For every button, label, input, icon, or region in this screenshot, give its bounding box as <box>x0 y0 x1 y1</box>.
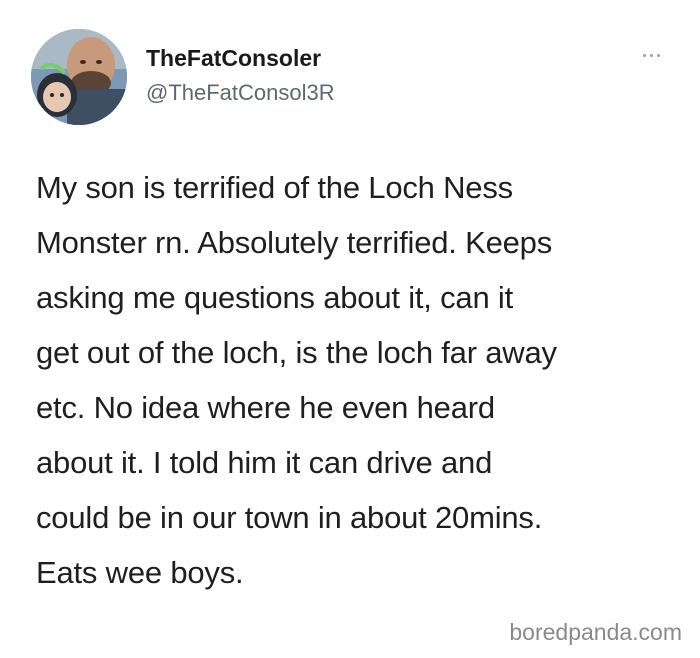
dot <box>657 54 660 57</box>
watermark: boredpanda.com <box>509 619 682 645</box>
dot <box>643 54 646 57</box>
dot <box>650 54 653 57</box>
more-horizontal-icon[interactable] <box>641 50 663 60</box>
user-handle[interactable]: @TheFatConsol3R <box>146 80 335 106</box>
avatar-photo <box>31 29 127 125</box>
tweet-text: My son is terrified of the Loch Ness Mon… <box>36 170 557 590</box>
tweet-card: TheFatConsoler @TheFatConsol3R My son is… <box>0 0 700 658</box>
display-name[interactable]: TheFatConsoler <box>146 45 321 72</box>
avatar[interactable] <box>31 29 127 125</box>
